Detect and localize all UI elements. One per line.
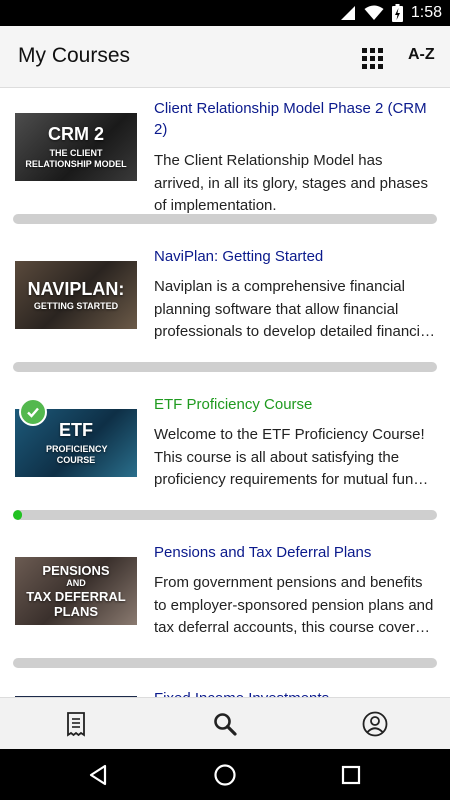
battery-icon bbox=[391, 4, 403, 22]
wifi-icon bbox=[364, 5, 384, 20]
course-title[interactable]: Client Relationship Model Phase 2 (CRM 2… bbox=[154, 98, 434, 140]
course-description: From government pensions and benefits to… bbox=[154, 574, 435, 636]
thumb-subheading: THE CLIENT RELATIONSHIP MODEL bbox=[25, 148, 127, 169]
signal-icon bbox=[340, 6, 355, 20]
sort-az-button[interactable]: A-Z bbox=[408, 46, 435, 64]
thumb-heading: CRM 2 bbox=[47, 124, 104, 144]
course-item-etf[interactable]: ETF PROFICIENCY COURSE ETF Proficiency C… bbox=[0, 385, 450, 533]
course-description: Welcome to the ETF Proficiency Course! T… bbox=[154, 426, 425, 488]
course-progress-bar bbox=[13, 214, 437, 224]
receipt-icon bbox=[67, 712, 85, 737]
course-thumbnail: CRM 2 THE CLIENT RELATIONSHIP MODEL bbox=[15, 113, 137, 181]
course-progress-bar bbox=[13, 362, 437, 372]
status-bar: 1:58 bbox=[0, 0, 450, 26]
course-thumbnail: NAVIPLAN: GETTING STARTED bbox=[15, 261, 137, 329]
course-description: The Client Relationship Model has arrive… bbox=[154, 152, 429, 214]
course-item-fixed-income[interactable]: Fixed Income Investments bbox=[0, 681, 450, 697]
search-tab[interactable] bbox=[211, 710, 239, 738]
course-progress-bar bbox=[13, 658, 437, 668]
thumb-subheading: PROFICIENCY COURSE bbox=[46, 444, 108, 465]
courses-tab[interactable] bbox=[62, 710, 90, 738]
course-title[interactable]: Fixed Income Investments bbox=[154, 688, 434, 697]
thumb-heading: NAVIPLAN: bbox=[27, 278, 125, 299]
thumb-heading: ETF bbox=[59, 420, 93, 440]
grid-icon bbox=[361, 47, 367, 53]
course-title[interactable]: ETF Proficiency Course bbox=[154, 394, 434, 415]
home-icon bbox=[214, 764, 236, 786]
thumb-heading: PENSIONS bbox=[42, 563, 110, 578]
profile-icon bbox=[362, 711, 388, 737]
recents-button[interactable] bbox=[338, 762, 364, 788]
recents-icon bbox=[341, 765, 361, 785]
search-icon bbox=[214, 713, 237, 736]
thumb-heading-2: TAX DEFERRAL PLANS bbox=[26, 589, 126, 619]
status-time: 1:58 bbox=[410, 4, 442, 21]
app-bar: My Courses A-Z bbox=[0, 26, 450, 88]
course-thumbnail: PENSIONS AND TAX DEFERRAL PLANS bbox=[15, 557, 137, 625]
course-list[interactable]: CRM 2 THE CLIENT RELATIONSHIP MODEL Clie… bbox=[0, 89, 450, 697]
thumb-subheading: AND bbox=[66, 578, 86, 588]
thumb-subheading: GETTING STARTED bbox=[33, 300, 119, 311]
back-icon bbox=[89, 764, 107, 786]
course-item-crm2[interactable]: CRM 2 THE CLIENT RELATIONSHIP MODEL Clie… bbox=[0, 89, 450, 237]
course-item-pensions[interactable]: PENSIONS AND TAX DEFERRAL PLANS Pensions… bbox=[0, 533, 450, 681]
course-progress-bar bbox=[13, 510, 437, 520]
home-button[interactable] bbox=[212, 762, 238, 788]
course-title[interactable]: Pensions and Tax Deferral Plans bbox=[154, 542, 434, 563]
progress-fill bbox=[13, 510, 22, 520]
bottom-navigation bbox=[0, 697, 450, 749]
course-description: Naviplan is a comprehensive financial pl… bbox=[154, 278, 432, 340]
back-button[interactable] bbox=[86, 762, 112, 788]
course-item-naviplan[interactable]: NAVIPLAN: GETTING STARTED NaviPlan: Gett… bbox=[0, 237, 450, 385]
status-icons: 1:58 bbox=[340, 0, 442, 26]
completed-check-icon bbox=[19, 398, 47, 426]
profile-tab[interactable] bbox=[361, 710, 389, 738]
grid-view-button[interactable] bbox=[358, 44, 386, 72]
system-navigation-bar bbox=[0, 749, 450, 800]
page-title: My Courses bbox=[18, 44, 131, 67]
course-title[interactable]: NaviPlan: Getting Started bbox=[154, 246, 434, 267]
